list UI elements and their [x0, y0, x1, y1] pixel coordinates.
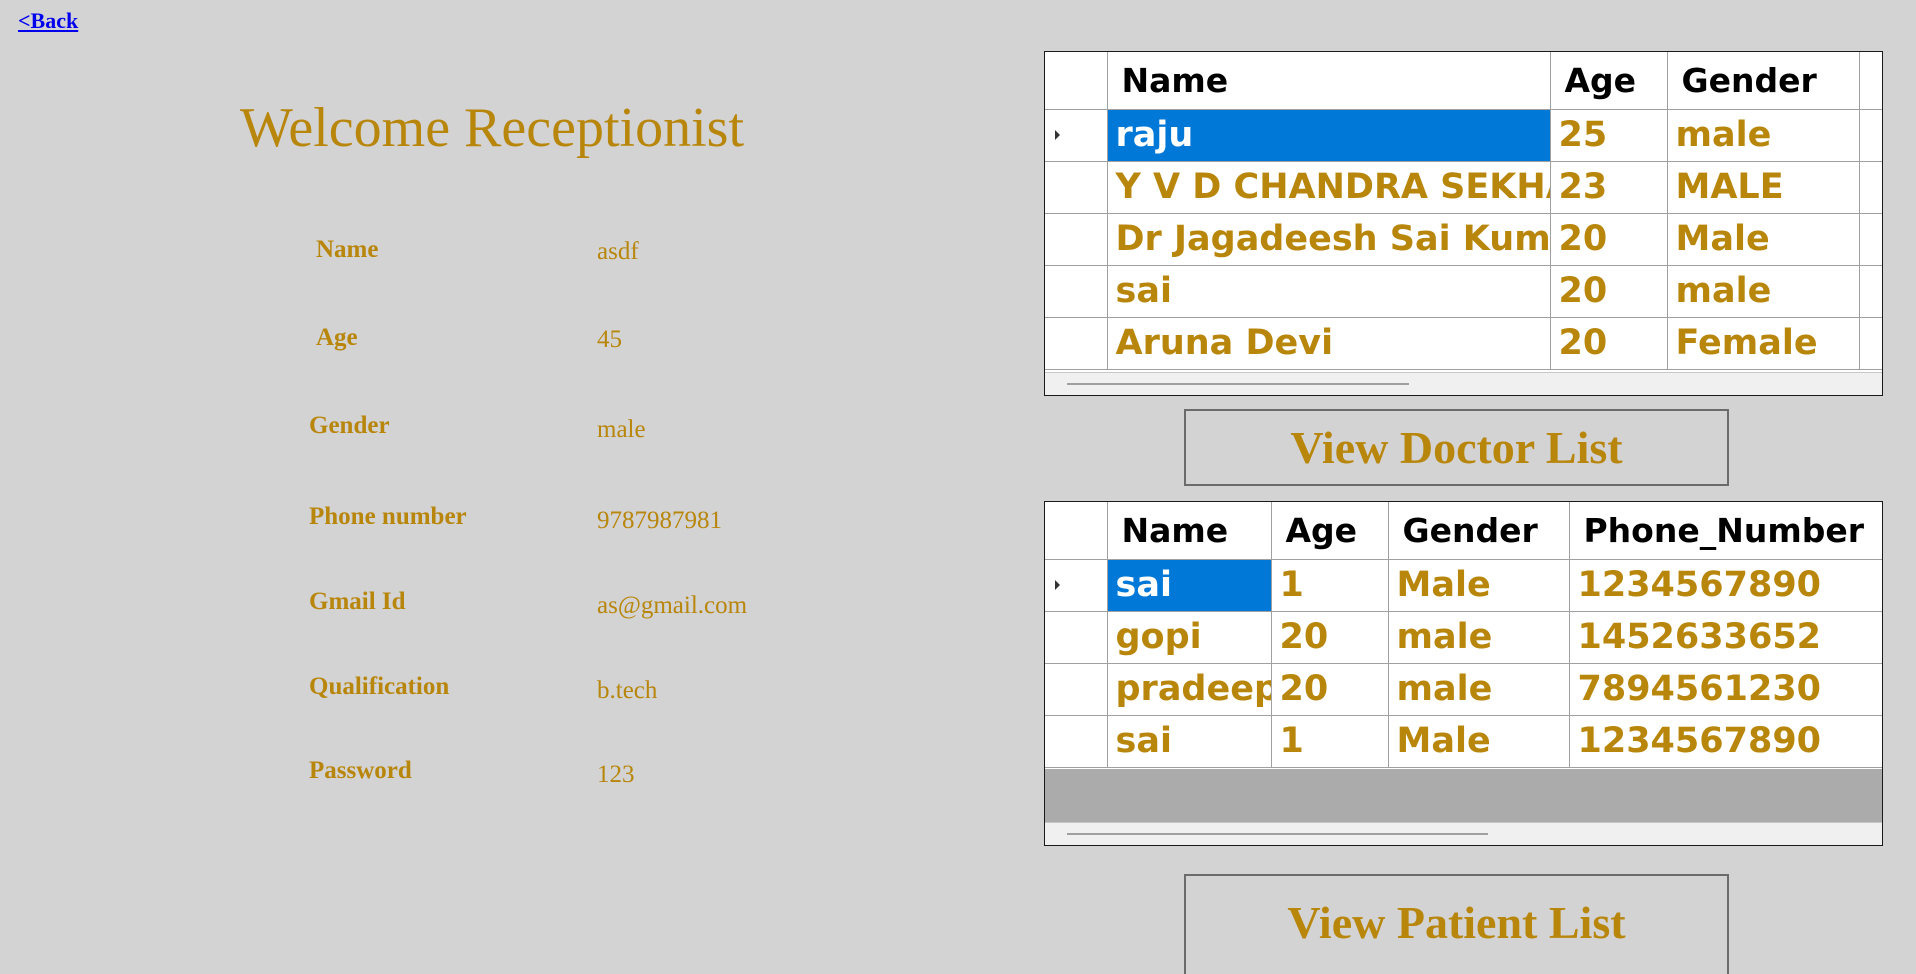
row-header[interactable] — [1045, 611, 1108, 664]
cell-name[interactable]: sai — [1107, 715, 1272, 768]
name-value: asdf — [597, 238, 639, 265]
horizontal-scrollbar[interactable] — [1045, 822, 1882, 845]
cell-age[interactable]: 20 — [1550, 265, 1668, 318]
phone-number-label: Phone number — [309, 503, 467, 530]
cell-phone-number[interactable]: 1234567890 — [1569, 559, 1882, 612]
row-header-corner — [1045, 502, 1108, 560]
cell-gender[interactable]: Male — [1667, 213, 1860, 266]
row-header[interactable] — [1045, 213, 1108, 266]
row-header[interactable] — [1045, 161, 1108, 214]
cell-name[interactable]: sai — [1107, 559, 1272, 612]
cell-age[interactable]: 20 — [1271, 663, 1389, 716]
name-label: Name — [316, 236, 379, 263]
column-header-age[interactable]: Age — [1550, 52, 1668, 110]
row-header[interactable] — [1045, 663, 1108, 716]
cell-age[interactable]: 23 — [1550, 161, 1668, 214]
qualification-label: Qualification — [309, 673, 450, 700]
age-label: Age — [316, 324, 358, 351]
cell-overflow[interactable] — [1859, 161, 1882, 214]
gmail-id-label: Gmail Id — [309, 588, 406, 615]
cell-overflow[interactable] — [1859, 109, 1882, 162]
cell-name[interactable]: Y V D CHANDRA SEKHAR — [1107, 161, 1551, 214]
cell-gender[interactable]: Male — [1388, 559, 1570, 612]
password-value: 123 — [597, 761, 635, 788]
column-header-name[interactable]: Name — [1107, 502, 1272, 560]
table-row[interactable]: sai 1 Male 1234567890 — [1045, 559, 1882, 612]
row-header[interactable] — [1045, 559, 1108, 612]
cell-age[interactable]: 20 — [1550, 213, 1668, 266]
cell-gender[interactable]: male — [1388, 663, 1570, 716]
row-header[interactable] — [1045, 317, 1108, 370]
age-value: 45 — [597, 326, 622, 353]
cell-age[interactable]: 1 — [1271, 559, 1389, 612]
cell-gender[interactable]: MALE — [1667, 161, 1860, 214]
table-row[interactable]: raju 25 male — [1045, 109, 1882, 162]
column-header-phone-number[interactable]: Phone_Number — [1569, 502, 1882, 560]
row-header[interactable] — [1045, 715, 1108, 768]
cell-age[interactable]: 1 — [1271, 715, 1389, 768]
qualification-value: b.tech — [597, 677, 658, 704]
grid-empty-area — [1045, 769, 1882, 823]
table-row[interactable]: pradeep 20 male 7894561230 — [1045, 663, 1882, 716]
current-row-arrow-icon — [1055, 580, 1060, 590]
view-patient-list-button[interactable]: View Patient List — [1184, 874, 1729, 974]
cell-gender[interactable]: Female — [1667, 317, 1860, 370]
column-header-overflow[interactable] — [1859, 52, 1882, 110]
welcome-title: Welcome Receptionist — [240, 97, 744, 159]
cell-phone-number[interactable]: 7894561230 — [1569, 663, 1882, 716]
scrollbar-thumb[interactable] — [1067, 833, 1488, 835]
column-header-gender[interactable]: Gender — [1388, 502, 1570, 560]
cell-name[interactable]: pradeep — [1107, 663, 1272, 716]
row-header-corner — [1045, 52, 1108, 110]
cell-overflow[interactable] — [1859, 265, 1882, 318]
cell-overflow[interactable] — [1859, 213, 1882, 266]
current-row-arrow-icon — [1055, 130, 1060, 140]
doctor-grid[interactable]: Name Age Gender raju 25 male Y V D CHAND… — [1044, 51, 1883, 396]
table-row[interactable]: Dr Jagadeesh Sai Kumar 20 Male — [1045, 213, 1882, 266]
gender-value: male — [597, 416, 646, 443]
cell-phone-number[interactable]: 1452633652 — [1569, 611, 1882, 664]
cell-name[interactable]: Dr Jagadeesh Sai Kumar — [1107, 213, 1551, 266]
view-doctor-list-button[interactable]: View Doctor List — [1184, 409, 1729, 486]
cell-name[interactable]: raju — [1107, 109, 1551, 162]
cell-age[interactable]: 25 — [1550, 109, 1668, 162]
patient-grid-header: Name Age Gender Phone_Number — [1045, 502, 1882, 560]
cell-gender[interactable]: Male — [1388, 715, 1570, 768]
back-link[interactable]: <Back — [18, 8, 78, 34]
table-row[interactable]: gopi 20 male 1452633652 — [1045, 611, 1882, 664]
patient-grid[interactable]: Name Age Gender Phone_Number sai 1 Male … — [1044, 501, 1883, 846]
cell-name[interactable]: gopi — [1107, 611, 1272, 664]
table-row[interactable]: sai 1 Male 1234567890 — [1045, 715, 1882, 768]
cell-name[interactable]: sai — [1107, 265, 1551, 318]
table-row[interactable]: Y V D CHANDRA SEKHAR 23 MALE — [1045, 161, 1882, 214]
column-header-age[interactable]: Age — [1271, 502, 1389, 560]
gender-label: Gender — [309, 412, 390, 439]
cell-age[interactable]: 20 — [1550, 317, 1668, 370]
cell-name[interactable]: Aruna Devi — [1107, 317, 1551, 370]
cell-gender[interactable]: male — [1388, 611, 1570, 664]
phone-number-value: 9787987981 — [597, 507, 722, 534]
cell-gender[interactable]: male — [1667, 109, 1860, 162]
horizontal-scrollbar[interactable] — [1045, 372, 1882, 395]
table-row[interactable]: sai 20 male — [1045, 265, 1882, 318]
gmail-id-value: as@gmail.com — [597, 592, 748, 619]
cell-gender[interactable]: male — [1667, 265, 1860, 318]
row-header[interactable] — [1045, 265, 1108, 318]
row-header[interactable] — [1045, 109, 1108, 162]
password-label: Password — [309, 757, 412, 784]
column-header-gender[interactable]: Gender — [1667, 52, 1860, 110]
doctor-grid-header: Name Age Gender — [1045, 52, 1882, 110]
scrollbar-thumb[interactable] — [1067, 383, 1409, 385]
cell-age[interactable]: 20 — [1271, 611, 1389, 664]
column-header-name[interactable]: Name — [1107, 52, 1551, 110]
cell-overflow[interactable] — [1859, 317, 1882, 370]
table-row[interactable]: Aruna Devi 20 Female — [1045, 317, 1882, 370]
cell-phone-number[interactable]: 1234567890 — [1569, 715, 1882, 768]
